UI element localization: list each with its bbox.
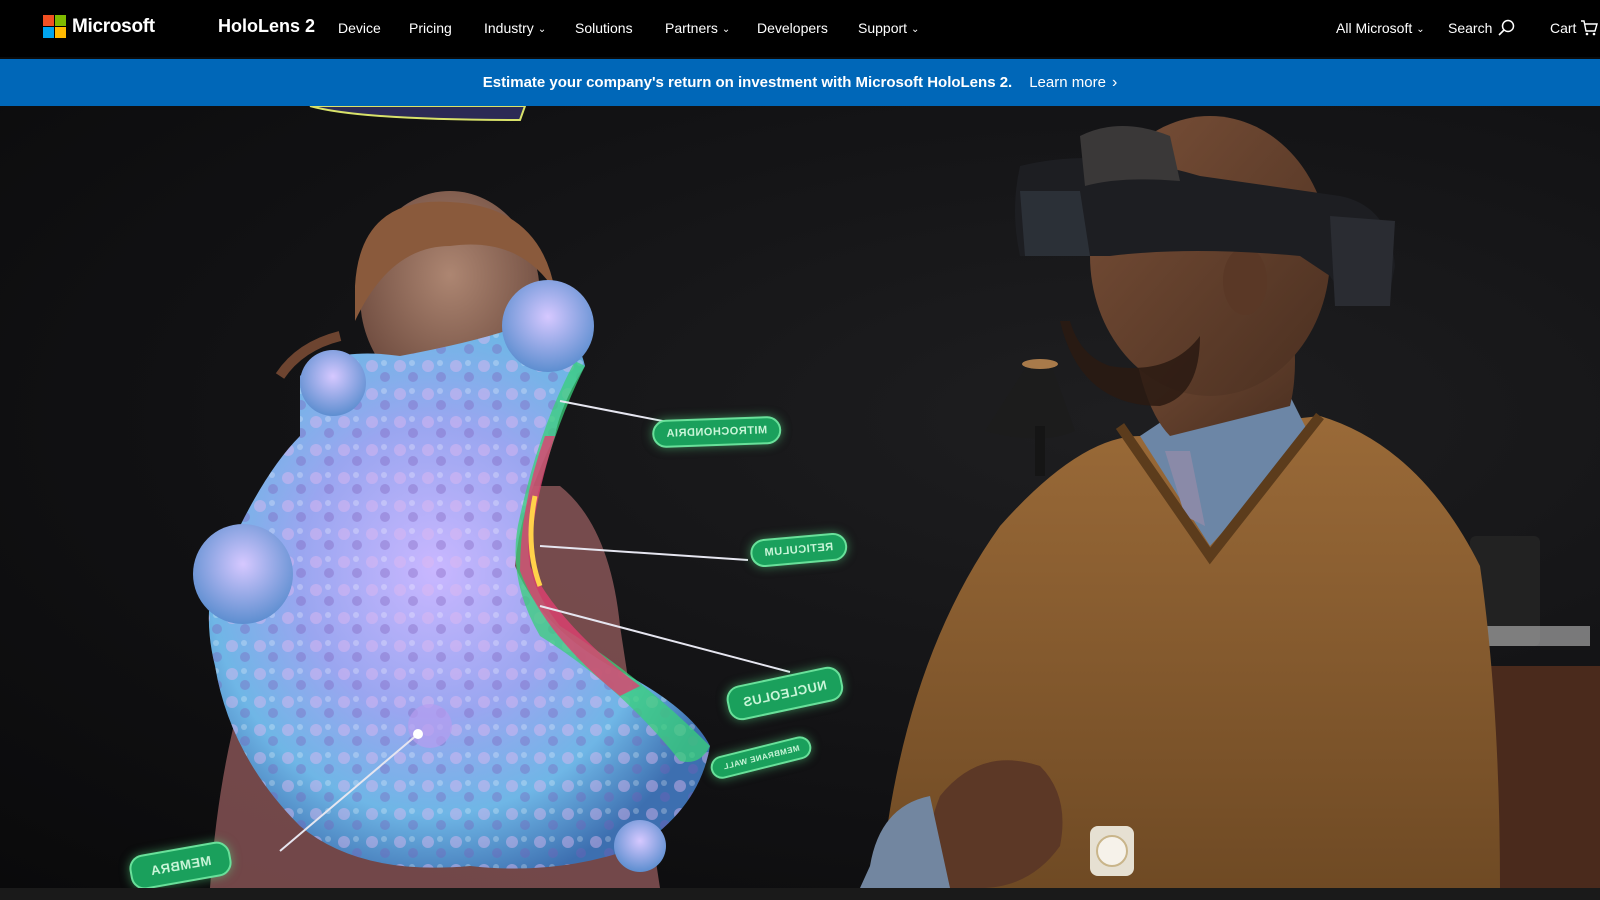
chevron-down-icon: ⌄ (911, 24, 920, 35)
search-label: Search (1448, 20, 1493, 36)
cart-button[interactable]: Cart (1550, 19, 1599, 37)
learn-more-label: Learn more (1029, 74, 1106, 91)
learn-more-link[interactable]: Learn more › (1029, 74, 1117, 92)
nav-item-label: Support (858, 20, 908, 36)
microsoft-logo-icon (43, 15, 66, 38)
nav-item-partners[interactable]: Partners ⌄ (665, 20, 730, 36)
hero-illustration (193, 106, 1600, 888)
search-button[interactable]: Search (1448, 19, 1515, 37)
product-title-link[interactable]: HoloLens 2 (218, 16, 315, 37)
all-microsoft-menu[interactable]: All Microsoft ⌄ (1336, 20, 1425, 36)
promo-banner: Estimate your company's return on invest… (0, 59, 1600, 106)
banner-message: Estimate your company's return on invest… (482, 74, 1013, 91)
nav-item-label: Pricing (409, 20, 452, 36)
top-navigation: Microsoft HoloLens 2 Device Pricing Indu… (0, 0, 1600, 57)
nav-item-label: Partners (665, 20, 718, 36)
cell-label-mitochondria: MITROCHONDRIA (651, 415, 782, 449)
chevron-down-icon: ⌄ (1416, 24, 1425, 35)
nav-item-developers[interactable]: Developers (757, 20, 828, 36)
all-microsoft-label: All Microsoft (1336, 20, 1413, 36)
nav-item-label: Industry (484, 20, 534, 36)
nav-item-solutions[interactable]: Solutions (575, 20, 633, 36)
nav-item-device[interactable]: Device (338, 20, 381, 36)
nav-item-pricing[interactable]: Pricing (409, 20, 452, 36)
cart-label: Cart (1550, 20, 1577, 36)
brand-name: Microsoft (72, 15, 155, 37)
chevron-down-icon: ⌄ (721, 24, 731, 35)
nav-item-support[interactable]: Support ⌄ (858, 20, 919, 36)
bottom-edge (0, 888, 1600, 900)
chevron-right-icon: › (1111, 73, 1118, 91)
nav-item-label: Device (338, 20, 381, 36)
hero-image: MITROCHONDRIA RETICULUM NUCLEOLUS MEMBRA… (0, 106, 1600, 888)
nav-item-industry[interactable]: Industry ⌄ (484, 20, 546, 36)
chevron-down-icon: ⌄ (537, 24, 547, 35)
nav-item-label: Developers (757, 20, 828, 36)
nav-item-label: Solutions (575, 20, 633, 36)
microsoft-logo[interactable]: Microsoft (43, 15, 155, 38)
search-icon (1498, 19, 1515, 36)
cart-icon (1581, 20, 1599, 36)
